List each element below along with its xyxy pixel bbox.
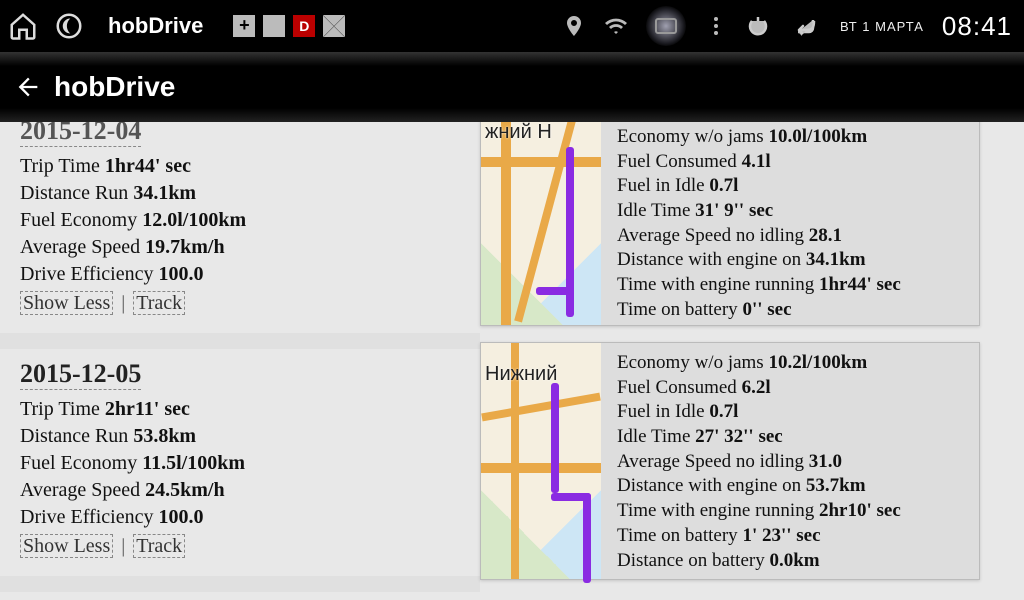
- android-status-bar: hobDrive + D ВТ 1 МАРТА 08:41: [0, 0, 1024, 52]
- metric-trip-time: Trip Time 1hr44' sec: [20, 153, 460, 180]
- trip-block: 2015-12-05 Trip Time 2hr11' sec Distance…: [20, 359, 460, 558]
- trip-links: Show Less|Track: [20, 292, 460, 315]
- left-column: 2015-12-04 Trip Time 1hr44' sec Distance…: [20, 122, 460, 600]
- plus-notification-icon: +: [233, 15, 255, 37]
- mail-notification-icon: [323, 15, 345, 37]
- trip-date-header: 2015-12-04: [20, 122, 141, 147]
- camera-icon[interactable]: [646, 6, 686, 46]
- map-label: жний Н: [485, 122, 597, 144]
- moon-icon[interactable]: [54, 11, 84, 41]
- status-bar-left: hobDrive: [8, 11, 203, 41]
- trip-detail-list: Economy w/o jams 10.0l/100km Fuel Consum…: [601, 122, 979, 325]
- trip-map-thumbnail[interactable]: Нижний: [481, 343, 601, 579]
- back-button[interactable]: [14, 73, 42, 101]
- power-icon[interactable]: [746, 14, 770, 38]
- status-bar-date: ВТ 1 МАРТА: [840, 19, 924, 34]
- metric-drive-eff: Drive Efficiency 100.0: [20, 261, 460, 288]
- trip-detail-panel: Нижний Economy w/o jams 10.2l/100km Fuel…: [480, 342, 980, 580]
- metric-fuel-economy: Fuel Economy 12.0l/100km: [20, 207, 460, 234]
- metric-avg-speed: Average Speed 24.5km/h: [20, 477, 460, 504]
- home-icon[interactable]: [8, 11, 38, 41]
- trip-block: 2015-12-04 Trip Time 1hr44' sec Distance…: [20, 122, 460, 315]
- metric-fuel-economy: Fuel Economy 11.5l/100km: [20, 450, 460, 477]
- trip-detail-list: Economy w/o jams 10.2l/100km Fuel Consum…: [601, 343, 979, 579]
- trip-links: Show Less|Track: [20, 535, 460, 558]
- show-less-link[interactable]: Show Less: [20, 291, 113, 315]
- content-scroll[interactable]: 2015-12-04 Trip Time 1hr44' sec Distance…: [0, 122, 1024, 600]
- status-bar-app-title: hobDrive: [108, 13, 203, 39]
- location-icon[interactable]: [562, 14, 586, 38]
- right-column: жний Н Economy w/o jams 10.0l/100km Fuel…: [480, 122, 980, 596]
- trip-map-thumbnail[interactable]: жний Н: [481, 122, 601, 325]
- wifi-icon[interactable]: [604, 14, 628, 38]
- metric-avg-speed: Average Speed 19.7km/h: [20, 234, 460, 261]
- metric-trip-time: Trip Time 2hr11' sec: [20, 396, 460, 423]
- d-notification-icon: D: [293, 15, 315, 37]
- track-link[interactable]: Track: [133, 291, 185, 315]
- metric-drive-eff: Drive Efficiency 100.0: [20, 504, 460, 531]
- metric-distance-run: Distance Run 53.8km: [20, 423, 460, 450]
- back-sys-icon[interactable]: [788, 14, 822, 38]
- overflow-menu-icon[interactable]: [704, 14, 728, 38]
- page-title: hobDrive: [54, 71, 175, 103]
- metric-distance-run: Distance Run 34.1km: [20, 180, 460, 207]
- trip-date-header: 2015-12-05: [20, 359, 141, 390]
- image-notification-icon: [263, 15, 285, 37]
- notification-icons[interactable]: + D: [233, 15, 345, 37]
- status-bar-right: ВТ 1 МАРТА 08:41: [562, 6, 1012, 46]
- map-label: Нижний: [485, 363, 597, 386]
- status-bar-time: 08:41: [942, 11, 1012, 42]
- trip-detail-panel: жний Н Economy w/o jams 10.0l/100km Fuel…: [480, 122, 980, 326]
- show-less-link[interactable]: Show Less: [20, 534, 113, 558]
- track-link[interactable]: Track: [133, 534, 185, 558]
- app-action-bar: hobDrive: [0, 52, 1024, 122]
